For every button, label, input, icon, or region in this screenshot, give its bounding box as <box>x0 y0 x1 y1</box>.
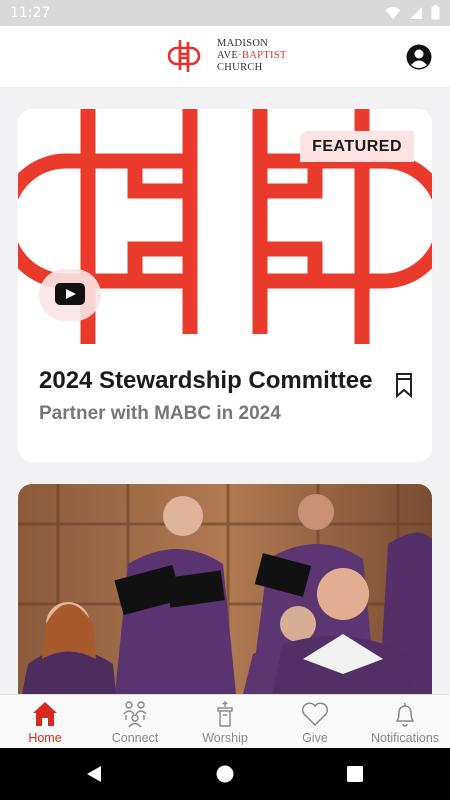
bell-icon <box>395 703 415 727</box>
app-header: MADISON AVE·BAPTIST CHURCH <box>0 26 450 88</box>
feed[interactable]: FEATURED 2024 Stewardship Committee Part… <box>0 88 450 694</box>
logo-word-ave: AVE <box>217 50 239 61</box>
bookmark-icon[interactable] <box>394 372 414 398</box>
system-nav-bar <box>0 748 450 800</box>
card-subtitle: Partner with MABC in 2024 <box>39 403 281 424</box>
worship-icon <box>217 701 233 727</box>
tab-label-notifications: Notifications <box>370 731 440 745</box>
church-logo[interactable]: MADISON AVE·BAPTIST CHURCH <box>165 37 287 75</box>
status-icons <box>385 5 440 20</box>
tab-notifications[interactable]: Notifications <box>360 695 450 748</box>
card-title: 2024 Stewardship Committee <box>39 367 373 394</box>
featured-card[interactable]: FEATURED 2024 Stewardship Committee Part… <box>18 109 432 462</box>
featured-badge: FEATURED <box>300 131 414 162</box>
logo-line-3: CHURCH <box>217 62 263 73</box>
tab-home[interactable]: Home <box>0 695 90 748</box>
choir-photo <box>18 484 432 694</box>
play-button[interactable] <box>39 269 101 321</box>
featured-card-media[interactable]: FEATURED <box>18 109 432 344</box>
youtube-play-icon <box>55 283 85 305</box>
back-icon[interactable] <box>84 764 104 784</box>
tab-worship[interactable]: Worship <box>180 695 270 748</box>
tab-label-connect: Connect <box>111 731 159 745</box>
church-logo-mark <box>167 40 201 72</box>
logo-word-baptist: BAPTIST <box>241 50 287 61</box>
connect-icon <box>123 701 147 728</box>
tab-label-worship: Worship <box>202 731 248 745</box>
bottom-tab-bar: Home Connect Worship Give Notifications <box>0 694 450 748</box>
tab-give[interactable]: Give <box>270 695 360 748</box>
cell-signal-icon <box>410 6 422 19</box>
tab-label-home: Home <box>28 731 62 745</box>
heart-icon <box>301 702 329 727</box>
church-name: MADISON AVE·BAPTIST CHURCH <box>217 38 287 74</box>
wifi-icon <box>385 6 401 19</box>
tab-connect[interactable]: Connect <box>90 695 180 748</box>
logo-line-1: MADISON <box>217 38 269 49</box>
home-icon <box>33 702 57 726</box>
recents-icon[interactable] <box>346 765 364 783</box>
battery-icon <box>431 5 440 20</box>
tab-label-give: Give <box>302 731 328 745</box>
logo-line-2: AVE·BAPTIST <box>217 50 287 62</box>
home-nav-icon[interactable] <box>215 764 235 784</box>
status-time: 11:27 <box>10 5 51 21</box>
feed-card[interactable] <box>18 484 432 694</box>
status-bar: 11:27 <box>0 0 450 26</box>
profile-icon[interactable] <box>406 44 432 70</box>
